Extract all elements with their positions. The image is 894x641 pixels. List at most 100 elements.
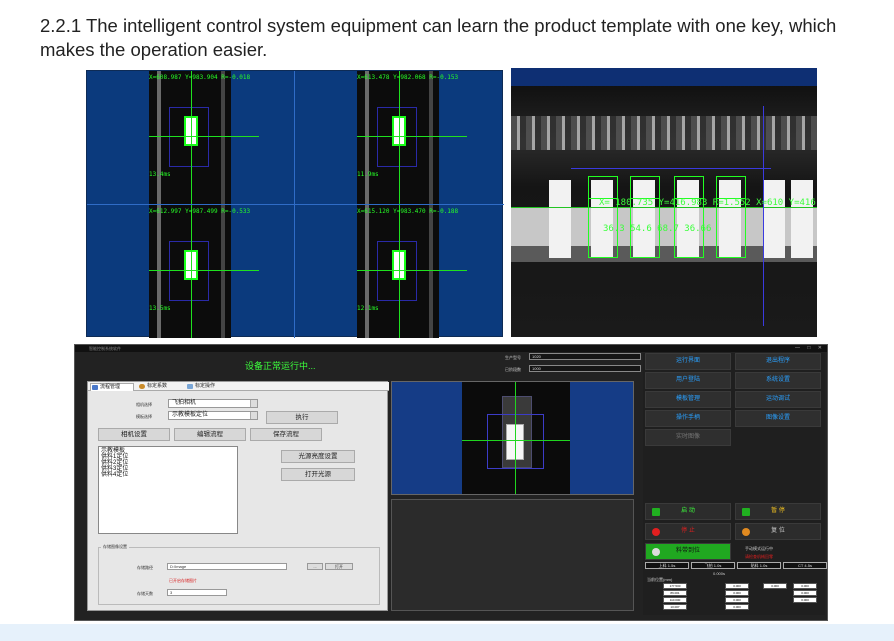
- pause-button[interactable]: 暂 停: [735, 503, 821, 520]
- current-count-field[interactable]: 1000: [529, 365, 641, 372]
- menu-user-login[interactable]: 用户登陆: [645, 372, 731, 389]
- execute-button[interactable]: 执行: [266, 411, 338, 424]
- detection-box: [674, 176, 704, 258]
- camera-exposure-readout: 12.1ms: [357, 305, 379, 312]
- camera-exposure-readout: 11.9ms: [357, 171, 379, 178]
- tab-bar: 流程管理 标定系数 标定操作: [88, 382, 389, 391]
- detection-box: [588, 176, 618, 258]
- menu-system-settings[interactable]: 系统设置: [735, 372, 821, 389]
- image-storage-group: 存储图像设置 存储路径 D:\Image ... 打开 已开启存储图片 存储天数…: [98, 544, 380, 605]
- device-status-text: 设备正常运行中...: [245, 361, 316, 371]
- storage-days-label: 存储天数: [137, 591, 153, 596]
- tab-flow-management[interactable]: 流程管理: [90, 383, 134, 391]
- play-icon: [652, 508, 660, 516]
- flow-icon: [92, 385, 98, 390]
- camera-exposure-readout: 13.4ms: [149, 171, 171, 178]
- stop-button[interactable]: 停 止: [645, 523, 731, 540]
- tray-offset-readout: 36.3 54.6 68.7 36.66: [603, 224, 712, 234]
- tab-calibration-operation[interactable]: 标定操作: [186, 383, 230, 391]
- gear-icon: [139, 384, 145, 389]
- tab-calibration-coefficients[interactable]: 标定系数: [138, 383, 182, 391]
- detection-box: [716, 176, 746, 258]
- menu-run-view[interactable]: 运行界面: [645, 353, 731, 370]
- stat-load: 上料 1.5s: [645, 562, 689, 569]
- ct-value: 0.000s: [713, 571, 726, 576]
- camera-select[interactable]: 飞拍相机: [168, 399, 258, 408]
- camera-view-2: X=613.478 Y=982.068 R=-0.153 11.9ms: [295, 71, 503, 204]
- pos-cell: 0.000: [725, 597, 749, 603]
- menu-joystick[interactable]: 操作手柄: [645, 410, 731, 427]
- product-model-label: 生产型号: [505, 355, 521, 360]
- pos-cell: 0.000: [725, 604, 749, 610]
- camera-coord-readout: X=608.987 Y=983.904 R=-0.018: [149, 74, 251, 81]
- pos-cell: 0.000: [763, 583, 787, 589]
- menu-live-image[interactable]: 实时图像: [645, 429, 731, 446]
- caption: 2.2.1 The intelligent control system equ…: [40, 15, 837, 60]
- secondary-camera-view: [391, 499, 634, 611]
- flow-step-list[interactable]: 示教模板 供料1定位 供料2定位 供料3定位 供料4定位: [98, 446, 238, 534]
- list-item[interactable]: 供料4定位: [101, 472, 235, 478]
- chevron-down-icon: [250, 400, 257, 407]
- live-camera-view: [391, 381, 634, 495]
- window-title: 智能控制系统软件: [89, 346, 121, 351]
- save-flow-button[interactable]: 保存流程: [250, 428, 322, 441]
- storage-enabled-note: 已开启存储图片: [169, 578, 197, 583]
- window-controls[interactable]: — □ ✕: [795, 345, 825, 351]
- camera-exposure-readout: 13.5ms: [149, 305, 171, 312]
- flow-management-panel: 流程管理 标定系数 标定操作 相机选择 飞拍相机 模板选择 示教模板定位 执行 …: [87, 381, 389, 611]
- pause-icon: [742, 508, 750, 516]
- pos-cell: 177.500: [663, 583, 687, 589]
- reset-button[interactable]: 复 位: [735, 523, 821, 540]
- storage-days-field[interactable]: 3: [167, 589, 227, 596]
- detection-box: [630, 176, 660, 258]
- pos-cell: 0.000: [793, 590, 817, 596]
- stop-icon: [652, 528, 660, 536]
- chevron-down-icon: [250, 412, 257, 419]
- reset-icon: [742, 528, 750, 536]
- camera-coord-readout: X=613.478 Y=982.068 R=-0.153: [357, 74, 459, 81]
- camera-view-1: X=608.987 Y=983.904 R=-0.018 13.4ms: [87, 71, 295, 204]
- pos-cell: 0.000: [725, 583, 749, 589]
- start-button[interactable]: 启 动: [645, 503, 731, 520]
- light-brightness-button[interactable]: 光源亮度设置: [281, 450, 355, 463]
- product-model-field[interactable]: 1020: [529, 353, 641, 360]
- edit-flow-button[interactable]: 编辑流程: [174, 428, 246, 441]
- stat-flight: 飞拍 1.0s: [691, 562, 735, 569]
- camera-grid-image: X=608.987 Y=983.904 R=-0.018 13.4ms X=61…: [86, 70, 504, 338]
- tray-inspection-image: X= 180.735 Y=416.983 R=1.552 X=610 Y=416…: [511, 68, 817, 337]
- camera-select-label: 相机选择: [136, 402, 152, 407]
- tray-coord-readout: X= 180.735 Y=416.983 R=1.552 X=610 Y=416: [599, 198, 816, 208]
- pos-cell: 10.007: [663, 604, 687, 610]
- template-select[interactable]: 示教模板定位: [168, 411, 258, 420]
- current-count-label: 已阶段数: [505, 367, 521, 372]
- control-software-window: 智能控制系统软件 — □ ✕ 设备正常运行中... 生产型号 1020 已阶段数…: [74, 344, 828, 621]
- browse-button[interactable]: ...: [307, 563, 323, 570]
- storage-path-field[interactable]: D:\Image: [167, 563, 287, 570]
- stat-paste: 贴料 1.0s: [737, 562, 781, 569]
- mode-hint: 手动模式运行中: [745, 546, 773, 551]
- camera-view-3: X=612.997 Y=987.499 R=-0.533 13.5ms: [87, 205, 295, 338]
- pos-cell: 0.000: [725, 590, 749, 596]
- pos-cell: 0.000: [793, 597, 817, 603]
- group-title: 存储图像设置: [101, 544, 129, 550]
- stat-ct: CT 4.5s: [783, 562, 827, 569]
- open-folder-button[interactable]: 打开: [325, 563, 353, 570]
- control-side-panel: 运行界面 退出程序 用户登陆 系统设置 模板管理 运动调试 操作手柄 图像设置 …: [643, 353, 827, 615]
- menu-template-management[interactable]: 模板管理: [645, 391, 731, 408]
- calibrate-icon: [187, 384, 193, 389]
- window-titlebar: 智能控制系统软件 — □ ✕: [75, 345, 827, 352]
- pos-cell: 86.001: [663, 590, 687, 596]
- open-light-button[interactable]: 打开光源: [281, 468, 355, 481]
- camera-view-4: X=615.120 Y=983.470 R=-0.188 12.1ms: [295, 205, 503, 338]
- menu-exit[interactable]: 退出程序: [735, 353, 821, 370]
- camera-coord-readout: X=615.120 Y=983.470 R=-0.188: [357, 208, 459, 215]
- feed-icon: [652, 548, 660, 556]
- alarm-text: 请检查机械回零: [745, 554, 773, 559]
- menu-image-settings[interactable]: 图像设置: [735, 410, 821, 427]
- camera-settings-button[interactable]: 相机设置: [98, 428, 170, 441]
- menu-motion-debug[interactable]: 运动调试: [735, 391, 821, 408]
- camera-coord-readout: X=612.997 Y=987.499 R=-0.533: [149, 208, 251, 215]
- template-select-label: 模板选择: [136, 414, 152, 419]
- feed-ready-button[interactable]: 料带到位: [645, 543, 731, 560]
- page-footer-strip: [0, 624, 894, 641]
